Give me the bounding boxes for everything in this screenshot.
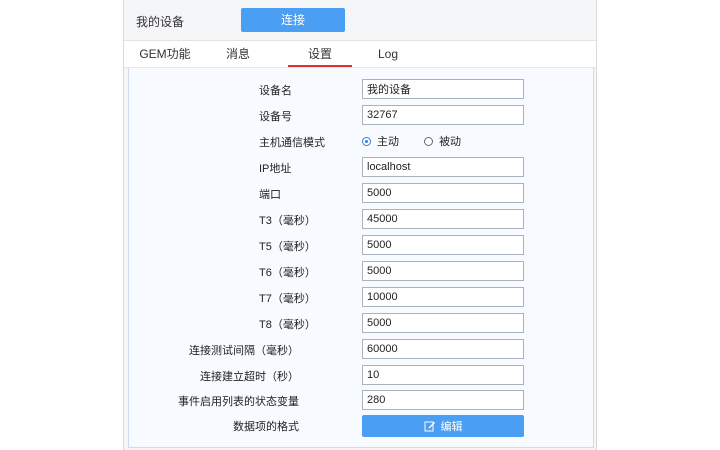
label-t8: T8（毫秒）	[259, 319, 316, 331]
tab-log[interactable]: Log	[370, 41, 406, 67]
radio-passive-label: 被动	[439, 136, 462, 148]
device-name-input[interactable]	[362, 79, 524, 99]
row-ip: IP地址	[129, 157, 593, 177]
row-comm-mode: 主机通信模式 主动 被动	[129, 131, 593, 151]
row-t3: T3（毫秒）	[129, 209, 593, 229]
row-device-id: 设备号	[129, 105, 593, 125]
row-device-name: 设备名	[129, 79, 593, 99]
label-device-name: 设备名	[259, 85, 292, 97]
tab-settings[interactable]: 设置	[288, 41, 352, 67]
ip-input[interactable]	[362, 157, 524, 177]
row-connect-timeout: 连接建立超时（秒）	[129, 365, 593, 385]
row-t6: T6（毫秒）	[129, 261, 593, 281]
row-t5: T5（毫秒）	[129, 235, 593, 255]
row-event-status-var: 事件启用列表的状态变量	[129, 390, 593, 410]
radio-passive[interactable]: 被动	[424, 133, 461, 149]
edit-button-label: 编辑	[440, 421, 463, 433]
label-ip: IP地址	[259, 163, 292, 175]
t5-input[interactable]	[362, 235, 524, 255]
edit-format-button[interactable]: 编辑	[362, 415, 524, 437]
connect-button[interactable]: 连接	[241, 8, 345, 32]
port-input[interactable]	[362, 183, 524, 203]
label-device-id: 设备号	[259, 111, 292, 123]
label-event-status-var: 事件启用列表的状态变量	[178, 396, 299, 408]
tab-gem[interactable]: GEM功能	[134, 41, 196, 67]
settings-form: 设备名 设备号 主机通信模式 主动 被动 IP地址 端口 T3（毫秒） T5（	[128, 68, 594, 448]
t8-input[interactable]	[362, 313, 524, 333]
radio-active-dot[interactable]	[362, 136, 371, 146]
label-data-format: 数据项的格式	[233, 421, 299, 433]
label-t6: T6（毫秒）	[259, 267, 316, 279]
row-t8: T8（毫秒）	[129, 313, 593, 333]
comm-mode-radio-group: 主动 被动	[362, 133, 483, 149]
main-panel: 我的设备 连接 GEM功能 消息 设置 Log 设备名 设备号 主机通信模式 主…	[123, 0, 597, 450]
row-link-test: 连接测试间隔（毫秒）	[129, 339, 593, 359]
row-data-format: 数据项的格式 编辑	[129, 415, 593, 437]
top-bar: 我的设备 连接	[124, 0, 596, 41]
radio-active-label: 主动	[377, 136, 399, 148]
radio-active[interactable]: 主动	[362, 133, 399, 149]
label-t5: T5（毫秒）	[259, 241, 316, 253]
t3-input[interactable]	[362, 209, 524, 229]
device-title: 我的设备	[136, 15, 185, 29]
tab-bar: GEM功能 消息 设置 Log	[124, 41, 596, 68]
tab-messages[interactable]: 消息	[216, 41, 260, 67]
label-port: 端口	[259, 189, 281, 201]
radio-passive-dot[interactable]	[424, 136, 434, 146]
row-t7: T7（毫秒）	[129, 287, 593, 307]
row-port: 端口	[129, 183, 593, 203]
edit-icon	[424, 421, 435, 432]
t6-input[interactable]	[362, 261, 524, 281]
link-test-input[interactable]	[362, 339, 524, 359]
label-t7: T7（毫秒）	[259, 293, 316, 305]
label-connect-timeout: 连接建立超时（秒）	[200, 371, 299, 383]
label-comm-mode: 主机通信模式	[259, 137, 325, 149]
label-t3: T3（毫秒）	[259, 215, 316, 227]
device-id-input[interactable]	[362, 105, 524, 125]
event-status-var-input[interactable]	[362, 390, 524, 410]
connect-timeout-input[interactable]	[362, 365, 524, 385]
t7-input[interactable]	[362, 287, 524, 307]
label-link-test: 连接测试间隔（毫秒）	[189, 345, 299, 357]
